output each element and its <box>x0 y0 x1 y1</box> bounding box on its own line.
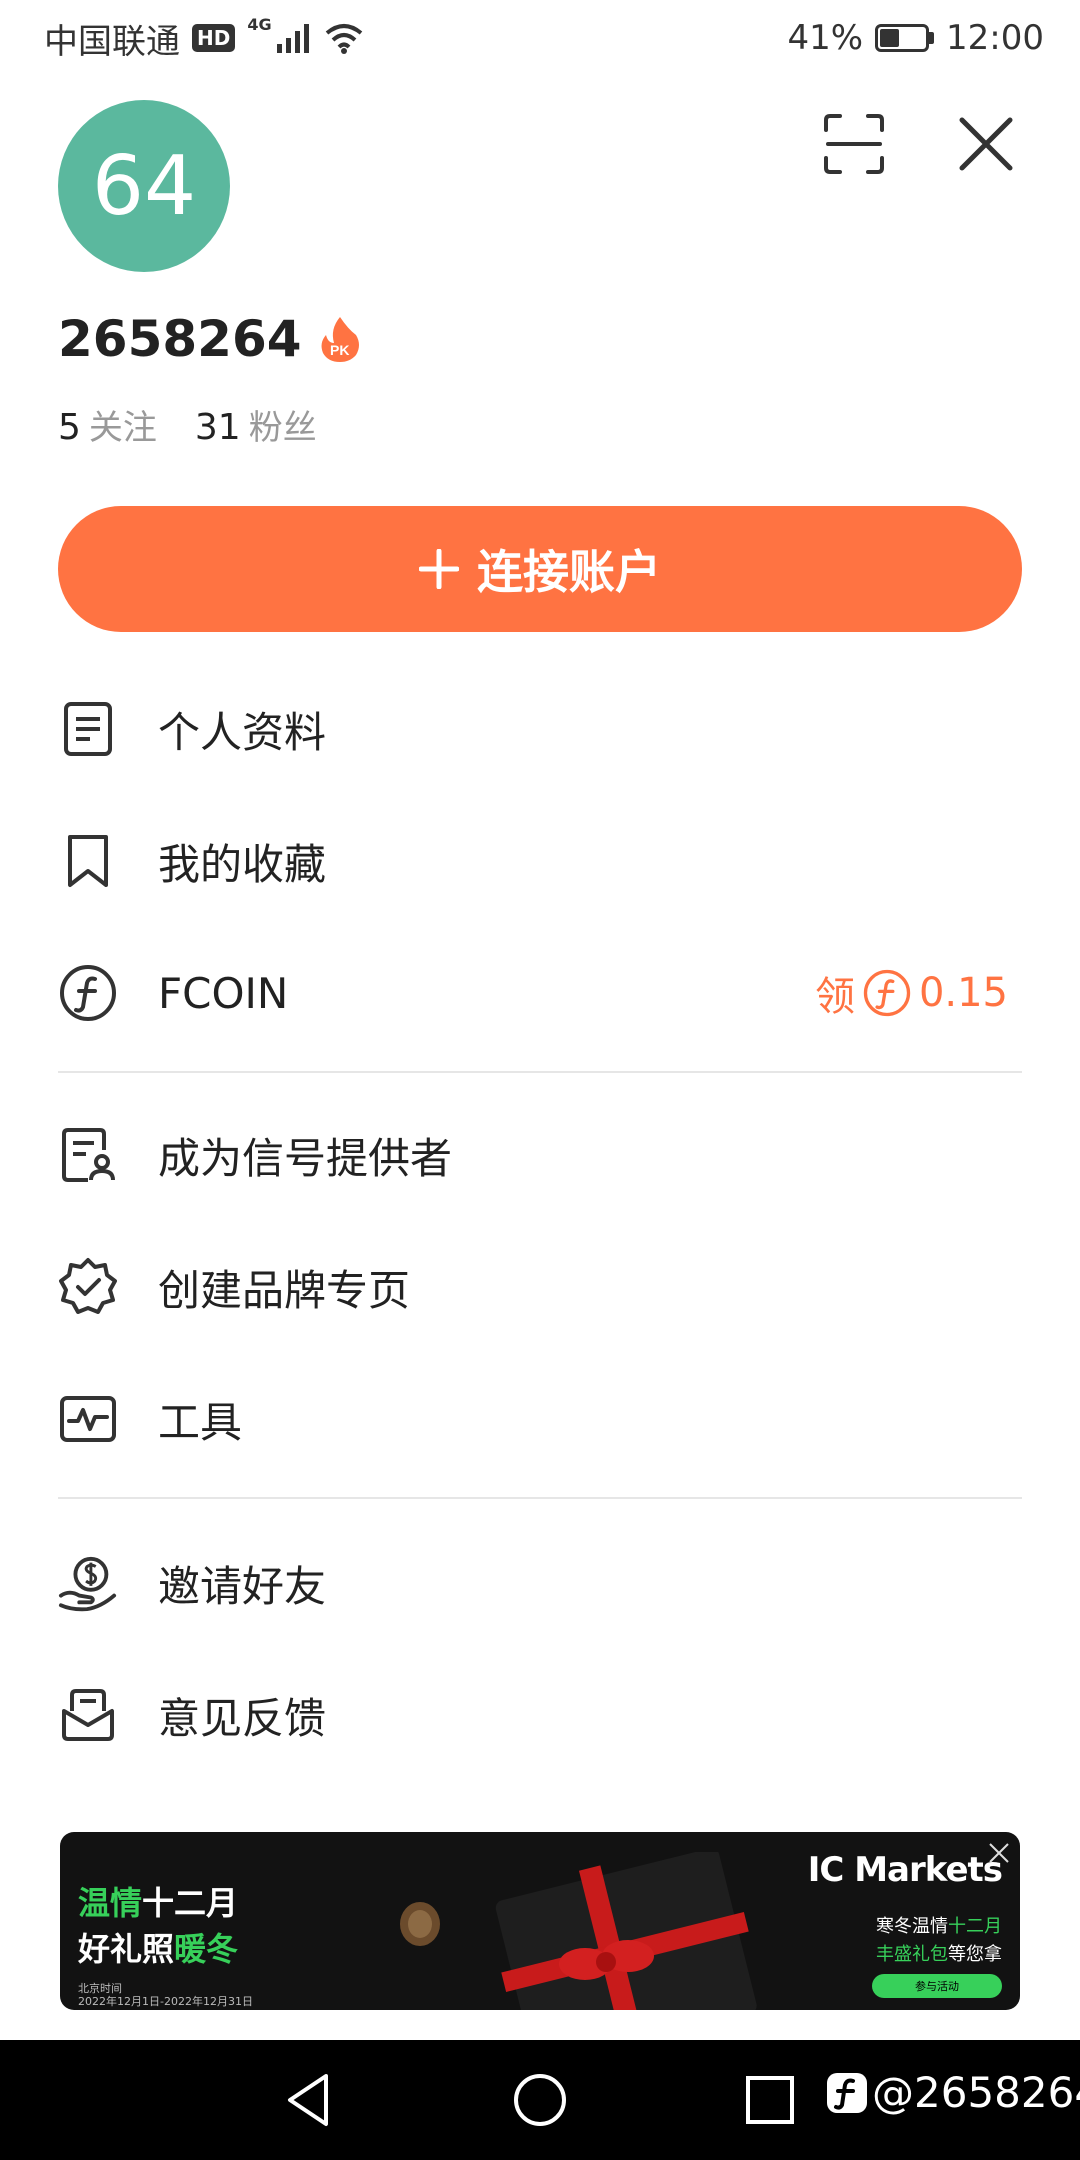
fcoin-claim[interactable]: 领 0.15 <box>815 964 1008 1022</box>
fcoin-coin-icon <box>863 969 911 1017</box>
fcoin-claim-label: 领 <box>814 974 855 1020</box>
menu-item-tools[interactable]: 工具 <box>58 1364 1022 1474</box>
hd-badge: HD <box>192 24 236 52</box>
followers-label[interactable]: 粉丝 <box>249 400 317 449</box>
menu-label-favorites: 我的收藏 <box>158 839 327 889</box>
banner-brand-logo: IC Markets <box>807 1850 1003 1890</box>
menu-item-fcoin[interactable]: FCOIN 领 0.15 <box>58 938 1022 1048</box>
banner-title-line1: 温情十二月 <box>78 1884 239 1922</box>
follow-stats: 5 关注 31 粉丝 <box>58 400 355 449</box>
money-hand-icon <box>58 1553 118 1613</box>
menu-label-tools: 工具 <box>158 1397 243 1447</box>
connect-account-button[interactable]: 连接账户 <box>58 506 1022 632</box>
menu-label-signal-provider: 成为信号提供者 <box>158 1133 453 1183</box>
menu-label-profile: 个人资料 <box>158 707 327 757</box>
pk-flame-icon: PK <box>321 317 359 362</box>
document-icon <box>58 699 118 759</box>
pinecone-image <box>400 1902 440 1946</box>
status-right: 41% 12:00 <box>787 18 1044 58</box>
profile-card-icon <box>58 1125 118 1185</box>
plus-icon <box>419 549 459 589</box>
verified-badge-icon <box>58 1257 118 1317</box>
bookmark-icon <box>58 831 118 891</box>
svg-text:PK: PK <box>330 342 349 358</box>
signal-icon <box>276 24 309 53</box>
carrier-label: 中国联通 <box>44 21 180 62</box>
battery-icon <box>875 24 935 52</box>
avatar[interactable]: 64 <box>58 100 230 272</box>
ad-banner[interactable]: 温情十二月 好礼照暖冬 北京时间 2022年12月1日-2022年12月31日 … <box>60 1832 1020 2010</box>
pulse-monitor-icon <box>58 1389 118 1449</box>
fcoin-amount: 0.15 <box>918 970 1008 1016</box>
menu-item-brand-page[interactable]: 创建品牌专页 <box>58 1232 1022 1342</box>
clock: 12:00 <box>946 18 1044 58</box>
scan-icon[interactable] <box>822 112 886 176</box>
status-left: 中国联通 HD 4G <box>44 14 364 63</box>
menu-item-feedback[interactable]: 意见反馈 <box>58 1660 1022 1770</box>
menu-divider <box>58 1071 1022 1073</box>
following-label[interactable]: 关注 <box>89 400 157 449</box>
network-type: 4G <box>247 14 272 34</box>
gift-box-image <box>495 1852 757 2010</box>
menu-item-invite[interactable]: 邀请好友 <box>58 1528 1022 1638</box>
recent-apps-icon[interactable] <box>744 2074 796 2126</box>
fcoin-logo-icon <box>827 2072 867 2113</box>
menu-label-brand-page: 创建品牌专页 <box>158 1265 411 1315</box>
back-icon[interactable] <box>282 2070 338 2130</box>
menu-item-favorites[interactable]: 我的收藏 <box>58 806 1022 916</box>
status-bar: 中国联通 HD 4G 41% 12:00 <box>0 0 1080 76</box>
menu-item-profile[interactable]: 个人资料 <box>58 674 1022 784</box>
watermark-text: @2658264 <box>872 2068 1080 2117</box>
wifi-icon <box>325 24 362 54</box>
menu-label-fcoin: FCOIN <box>158 968 289 1018</box>
fcoin-icon <box>58 963 118 1023</box>
username: 2658264 <box>58 310 302 368</box>
menu-label-invite: 邀请好友 <box>158 1561 327 1611</box>
feedback-envelope-icon <box>58 1685 118 1745</box>
username-row: 2658264 PK <box>58 310 362 368</box>
banner-join-button[interactable]: 参与活动 <box>872 1974 1002 1998</box>
navigation-bar: @2658264 <box>0 2040 1080 2160</box>
banner-title-line2: 好礼照暖冬 <box>78 1930 239 1968</box>
battery-percent: 41% <box>787 18 864 58</box>
close-icon[interactable] <box>986 1840 1012 1866</box>
menu-divider <box>58 1497 1022 1499</box>
banner-promo-line2: 丰盛礼包等您拿 <box>876 1944 1002 1965</box>
followers-count[interactable]: 31 <box>195 407 241 448</box>
banner-date-text: 北京时间 2022年12月1日-2022年12月31日 <box>78 1982 253 2008</box>
menu-label-feedback: 意见反馈 <box>158 1693 327 1743</box>
following-count[interactable]: 5 <box>58 407 81 448</box>
watermark: @2658264 <box>826 2068 1080 2117</box>
close-icon[interactable] <box>956 114 1016 174</box>
menu-item-signal-provider[interactable]: 成为信号提供者 <box>58 1100 1022 1210</box>
connect-account-label: 连接账户 <box>477 545 661 599</box>
home-icon[interactable] <box>510 2070 570 2130</box>
banner-promo-line1: 寒冬温情十二月 <box>876 1916 1002 1937</box>
